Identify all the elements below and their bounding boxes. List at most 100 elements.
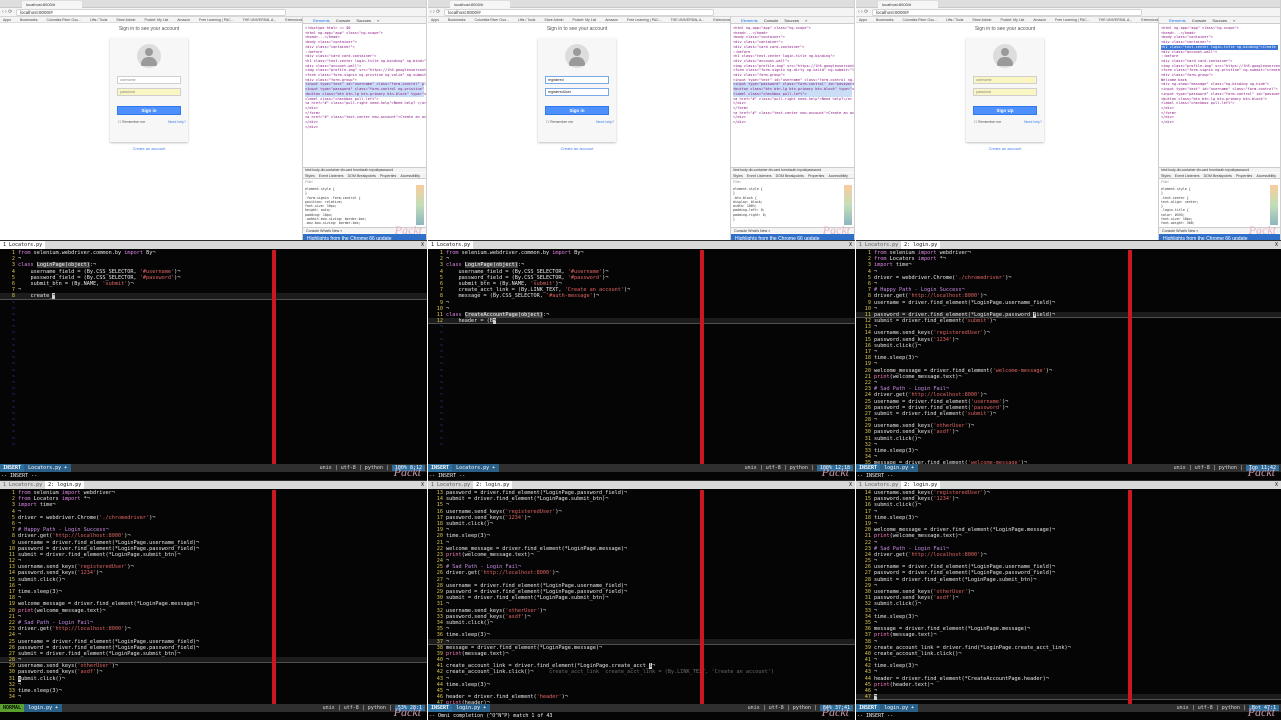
bookmark-item[interactable]: Free Learning | PAC... [1055, 18, 1090, 22]
username-input[interactable]: username [973, 76, 1037, 84]
bookmark-item[interactable]: Apps [431, 18, 439, 22]
bookmark-item[interactable]: Bookmarks [20, 18, 38, 22]
vim-tab[interactable]: 2: login.py [473, 481, 513, 489]
browser-tab[interactable]: localhost:8000/# [22, 1, 82, 8]
bookmark-item[interactable]: Columbia River Goo... [475, 18, 509, 22]
vim-tab[interactable]: 1 Locators.py [0, 241, 46, 249]
vim-tab[interactable]: 1 Locators.py [856, 241, 901, 249]
bookmark-item[interactable]: Pocket: My List [1000, 18, 1024, 22]
browser-tab[interactable]: localhost:8000/# [450, 1, 510, 8]
styles-tab[interactable]: Event Listeners [319, 174, 344, 178]
dom-node[interactable]: </div> [733, 120, 852, 125]
bookmark-item[interactable]: Lifts / Tools [90, 18, 107, 22]
dom-node[interactable]: <a href="#" class="pull-right need-help"… [733, 97, 852, 102]
devtools-tab[interactable]: Console [1192, 18, 1207, 23]
bookmark-item[interactable]: Free Learning | PAC... [199, 18, 234, 22]
create-account-link[interactable]: Create an account [856, 146, 1154, 151]
vim-command-line[interactable]: -- INSERT -- [856, 712, 1281, 720]
code-buffer[interactable]: 1 from selenium import webdriver¬ 2 from Lo… [0, 490, 427, 704]
styles-tab[interactable]: Event Listeners [1175, 174, 1200, 178]
devtools-tab[interactable]: Console [764, 18, 779, 23]
dom-node[interactable]: <h1 class="text-center login-title ng-bi… [1161, 44, 1280, 50]
code-buffer[interactable]: 14 username.send_keys('registeredUser')¬ 1… [856, 490, 1281, 704]
bookmark-item[interactable]: Lifts / Tools [946, 18, 963, 22]
vim-tab[interactable]: 1 Locators.py [856, 481, 901, 489]
styles-tab[interactable]: Accessibility [1256, 174, 1276, 178]
password-input[interactable]: registeredUser [545, 88, 609, 96]
nav-arrows-icon[interactable]: ‹ › ⟳ [430, 9, 440, 15]
vim-tab[interactable]: 2: login.py [901, 241, 941, 249]
vim-tab[interactable]: 2: login.py [901, 481, 941, 489]
styles-tab[interactable]: DOM Breakpoints [348, 174, 376, 178]
styles-tab[interactable]: Styles [1161, 174, 1171, 178]
need-help-link[interactable]: Need help? [168, 120, 186, 124]
nav-arrows-icon[interactable]: ‹ › ⟳ [858, 9, 868, 15]
styles-tab[interactable]: Accessibility [400, 174, 420, 178]
bookmark-item[interactable]: Amazon [177, 18, 190, 22]
styles-tab[interactable]: DOM Breakpoints [1204, 174, 1232, 178]
username-input[interactable]: registered [545, 76, 609, 84]
devtools-tab[interactable]: Elements [313, 18, 330, 23]
styles-tab[interactable]: Event Listeners [747, 174, 772, 178]
dom-node[interactable]: </div> [305, 125, 424, 130]
code-buffer[interactable]: 1 from selenium import webdriver¬ 2 from Lo… [856, 250, 1281, 464]
styles-tab[interactable]: DOM Breakpoints [776, 174, 804, 178]
bookmark-item[interactable]: Free Learning | PAC... [627, 18, 662, 22]
need-help-link[interactable]: Need help? [596, 120, 614, 124]
dom-node[interactable]: <button class="btn btn-lg btn-primary bt… [305, 91, 426, 97]
close-icon[interactable]: X [1275, 241, 1278, 249]
bookmark-item[interactable]: Pocket: My List [144, 18, 168, 22]
devtools-tab[interactable]: Console [336, 18, 351, 23]
close-icon[interactable]: X [421, 481, 424, 489]
dom-node[interactable]: <h1 class="text-center login-title ng-bi… [305, 59, 426, 64]
bookmark-item[interactable]: Columbia River Goo... [47, 18, 81, 22]
url-input[interactable]: localhost:8000/# [444, 9, 714, 16]
need-help-link[interactable]: Need help? [1024, 120, 1042, 124]
vim-tab[interactable]: 1 Locators.py [428, 481, 473, 489]
url-input[interactable]: localhost:8000/# [16, 9, 286, 16]
create-account-link[interactable]: Create an account [428, 146, 726, 151]
dom-node[interactable]: <a href="#" class="pull-right need-help"… [305, 101, 426, 106]
bookmark-item[interactable]: Extensions [285, 18, 302, 22]
styles-filter-input[interactable]: Filter [733, 180, 852, 186]
styles-tab[interactable]: Styles [305, 174, 315, 178]
code-buffer[interactable]: 1 from selenium.webdriver.common.by impor… [0, 250, 427, 464]
sign-in-button[interactable]: Sign Up [973, 106, 1037, 115]
dom-node[interactable]: </div> [1161, 120, 1278, 125]
styles-tab[interactable]: Properties [808, 174, 824, 178]
password-input[interactable]: password [117, 88, 181, 96]
devtools-tab[interactable]: Elements [1169, 18, 1186, 23]
dom-node[interactable]: <a href="#" class="text-center new-accou… [733, 111, 854, 116]
close-icon[interactable]: X [421, 241, 424, 249]
vim-command-line[interactable]: -- INSERT -- [856, 472, 1281, 480]
bookmark-item[interactable]: Extensions [713, 18, 730, 22]
browser-tab[interactable]: localhost:8000/# [878, 1, 938, 8]
close-icon[interactable]: X [849, 241, 852, 249]
sign-in-button[interactable]: Sign in [117, 106, 181, 115]
code-buffer[interactable]: 1 from selenium.webdriver.common.by impor… [428, 250, 855, 464]
vim-command-line[interactable]: -- INSERT -- [0, 472, 427, 480]
styles-tab[interactable]: Accessibility [828, 174, 848, 178]
devtools-tab[interactable]: Elements [741, 18, 758, 23]
remember-me-checkbox[interactable]: ☐ Remember me [546, 120, 573, 124]
vim-tab[interactable]: 1 Locators.py [428, 241, 474, 249]
devtools-tab[interactable]: Sources [784, 18, 799, 23]
styles-filter-input[interactable]: Filter [305, 180, 424, 186]
devtools-tab[interactable]: » [805, 18, 807, 23]
styles-tab[interactable]: Styles [733, 174, 743, 178]
remember-me-checkbox[interactable]: ☐ Remember me [974, 120, 1001, 124]
vim-tab[interactable]: 2: login.py [45, 481, 85, 489]
styles-tab[interactable]: Properties [1236, 174, 1252, 178]
sign-in-button[interactable]: Sign in [545, 106, 609, 115]
bookmark-item[interactable]: Columbia River Goo... [903, 18, 937, 22]
bookmark-item[interactable]: Bookmarks [448, 18, 466, 22]
bookmark-item[interactable]: Extensions [1141, 18, 1158, 22]
username-input[interactable]: username [117, 76, 181, 84]
devtools-tab[interactable]: Sources [356, 18, 371, 23]
nav-arrows-icon[interactable]: ‹ › ⟳ [2, 9, 12, 15]
close-icon[interactable]: X [849, 481, 852, 489]
bookmark-item[interactable]: THE UNIVERSAL A... [671, 18, 705, 22]
bookmark-item[interactable]: Apps [859, 18, 867, 22]
vim-command-line[interactable]: -- Omni completion (^O^N^P) match 1 of 4… [428, 712, 855, 720]
styles-filter-input[interactable]: Filter [1161, 180, 1278, 186]
